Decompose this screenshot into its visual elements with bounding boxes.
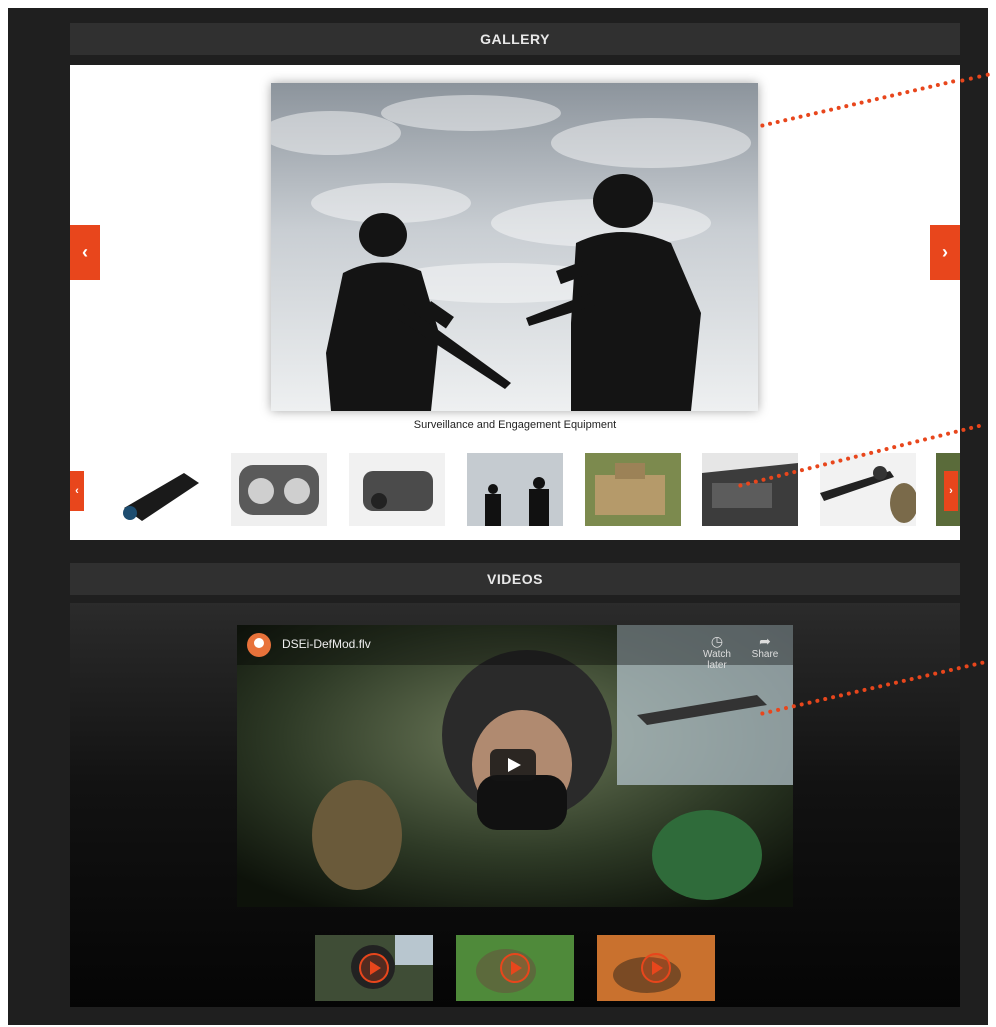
clock-icon: ◷ <box>710 633 724 649</box>
soldiers-silhouette-image <box>271 83 758 411</box>
share-label: Share <box>751 649 779 660</box>
video-thumbnail-soldier-field[interactable] <box>456 935 574 1001</box>
gallery-header: GALLERY <box>70 23 960 55</box>
videos-panel: DSEi-DefMod.flv ◷ Watch later ➦ Share <box>70 603 960 1007</box>
thumbnail-soldiers-silhouette[interactable] <box>467 453 563 526</box>
video-title[interactable]: DSEi-DefMod.flv <box>282 637 371 651</box>
video-thumbnail-helicopter-pilot[interactable] <box>315 935 433 1001</box>
video-play-icon <box>500 953 530 983</box>
concealed-position-image <box>702 453 798 526</box>
binoculars-image <box>349 453 445 526</box>
armored-vehicle-image <box>585 453 681 526</box>
thumbnail-night-vision-scope[interactable] <box>114 453 210 526</box>
share-button[interactable]: ➦ Share <box>743 633 787 660</box>
watch-later-button[interactable]: ◷ Watch later <box>695 633 739 671</box>
gallery-next-button[interactable]: › <box>930 225 960 280</box>
thumbnail-concealed-position[interactable] <box>702 453 798 526</box>
watch-later-label: Watch later <box>703 649 731 671</box>
gallery-panel: Surveillance and Engagement Equipment ‹ … <box>70 65 960 540</box>
play-button-icon[interactable] <box>490 749 536 781</box>
soldiers-thumbnail-image <box>467 453 563 526</box>
thumbnail-thermal-binoculars[interactable] <box>231 453 327 526</box>
share-icon: ➦ <box>759 633 771 649</box>
videos-header: VIDEOS <box>70 563 960 595</box>
video-thumbnail-soldier-desert[interactable] <box>597 935 715 1001</box>
thumbnail-next-button[interactable]: › <box>944 471 958 511</box>
thumbnail-binoculars[interactable] <box>349 453 445 526</box>
gallery-caption: Surveillance and Engagement Equipment <box>413 419 617 431</box>
channel-avatar-icon[interactable] <box>247 633 271 657</box>
video-play-icon <box>641 953 671 983</box>
gallery-main-image[interactable] <box>271 83 758 411</box>
gallery-prev-button[interactable]: ‹ <box>70 225 100 280</box>
thumbnail-armored-vehicle[interactable] <box>585 453 681 526</box>
video-play-icon <box>359 953 389 983</box>
thumbnail-prev-button[interactable]: ‹ <box>70 471 84 511</box>
night-vision-scope-image <box>114 453 210 526</box>
thermal-binoculars-image <box>231 453 327 526</box>
video-player[interactable]: DSEi-DefMod.flv ◷ Watch later ➦ Share <box>237 625 793 907</box>
